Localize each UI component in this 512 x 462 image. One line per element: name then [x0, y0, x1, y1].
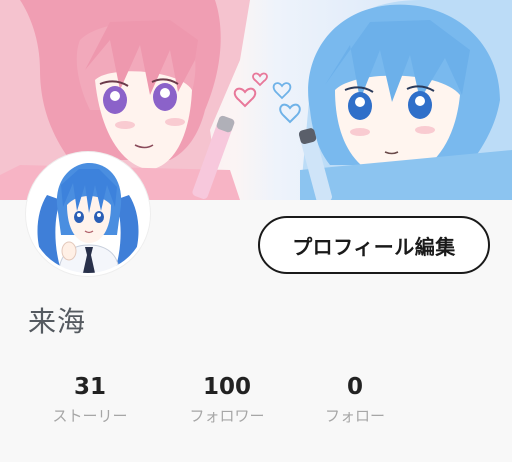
stat-stories[interactable]: 31 ストーリー — [40, 372, 140, 428]
stat-followers[interactable]: 100 フォロワー — [177, 372, 277, 428]
profile-page: プロフィール編集 来海 31 ストーリー 100 フォロワー 0 フォロー — [0, 0, 512, 462]
stat-followers-label: フォロワー — [189, 407, 265, 425]
avatar-illustration-icon — [29, 155, 147, 273]
stat-followers-count: 100 — [202, 374, 251, 400]
stat-following-count: 0 — [346, 374, 363, 400]
stat-following-label: フォロー — [324, 407, 385, 425]
stat-stories-count: 31 — [73, 374, 106, 400]
edit-profile-button[interactable]: プロフィール編集 — [258, 216, 490, 274]
avatar[interactable] — [26, 152, 150, 276]
stat-stories-label: ストーリー — [52, 407, 128, 425]
stat-following[interactable]: 0 フォロー — [305, 372, 405, 428]
username: 来海 — [28, 305, 87, 338]
